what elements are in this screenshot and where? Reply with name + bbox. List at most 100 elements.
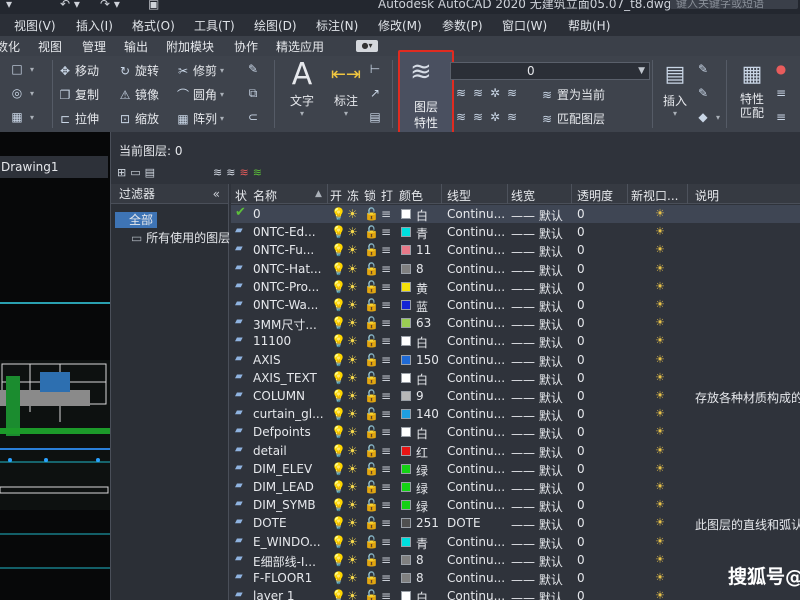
sun-icon[interactable]: ☀ [347,498,358,512]
bulb-icon[interactable]: 💡 [331,462,346,476]
menu-parametric[interactable]: 参数(P) [442,17,483,34]
rotate-button[interactable]: ↻ 旋转 [118,62,159,79]
layer-row[interactable]: ▰ DOTE 💡 ☀ 🔓 ≡ 251 DOTE —— 默认 0 ☀ 此图层的直线和弧认 [231,514,800,532]
vp-freeze-icon[interactable]: ☀ [655,262,665,275]
layer-row[interactable]: ▰ curtain_gl... 💡 ☀ 🔓 ≡ 140 Continu... —— 默认 0 ☀ [231,405,800,423]
layer-transparency[interactable]: 0 [577,589,585,600]
vp-freeze-icon[interactable]: ☀ [655,225,665,238]
bulb-icon[interactable]: 💡 [331,498,346,512]
copy-button[interactable]: ❐ 复制 [58,86,99,103]
color-swatch[interactable] [401,445,411,456]
block-edit-icon[interactable]: ✎ [696,62,713,76]
layer-row[interactable]: ▰ 3MM尺寸... 💡 ☀ 🔓 ≡ 63 Continu... —— 默认 0 ☀ [231,314,800,332]
layer-row[interactable]: ▰ 0NTC-Hat... 💡 ☀ 🔓 ≡ 8 Continu... —— 默认 0 ☀ [231,260,800,278]
bulb-icon[interactable]: 💡 [331,316,346,330]
color-swatch[interactable] [401,463,411,474]
layer-tools-row1[interactable]: ≋ ≋ ✲ ≋ [454,86,522,100]
layer-lineweight[interactable]: —— 默认 [511,589,571,600]
layer-row[interactable]: ▰ 0NTC-Ed... 💡 ☀ 🔓 ≡ 青 Continu... —— 默认 0 ☀ [231,223,800,241]
block-attr-icon[interactable]: ✎ [696,86,713,100]
match-properties-button[interactable]: ▦ 特性 匹配 [734,58,770,120]
layer-lineweight[interactable]: —— 默认 [511,571,571,588]
layer-transparency[interactable]: 0 [577,444,585,458]
vp-freeze-icon[interactable]: ☀ [655,462,665,475]
sun-icon[interactable]: ☀ [347,371,358,385]
sun-icon[interactable]: ☀ [347,553,358,567]
layer-transparency[interactable]: 0 [577,389,585,403]
vp-freeze-icon[interactable]: ☀ [655,535,665,548]
layer-name[interactable]: DIM_SYMB [253,498,323,512]
layer-lineweight[interactable]: —— 默认 [511,516,571,533]
layer-name[interactable]: 0NTC-Ed... [253,225,323,239]
block-more-icon[interactable]: ◆ ▾ [696,110,720,124]
layer-row[interactable]: ▰ F-FLOOR1 💡 ☀ 🔓 ≡ 8 Continu... —— 默认 0 ☀ [231,569,800,587]
layer-row[interactable]: ▰ DIM_SYMB 💡 ☀ 🔓 ≡ 绿 Continu... —— 默认 0 ☀ [231,496,800,514]
unlock-icon[interactable]: 🔓 [364,480,379,494]
unlock-icon[interactable]: 🔓 [364,207,379,221]
layer-lineweight[interactable]: —— 默认 [511,280,571,297]
printer-icon[interactable]: ≡ [381,589,391,600]
col-transparency[interactable]: 透明度 [577,187,613,204]
layer-description[interactable]: 此图层的直线和弧认 [695,516,800,533]
unlock-icon[interactable]: 🔓 [364,407,379,421]
vp-freeze-icon[interactable]: ☀ [655,280,665,293]
layer-linetype[interactable]: Continu... [447,589,507,600]
quick-access-icon[interactable]: ▣ [148,0,159,11]
layer-linetype[interactable]: Continu... [447,262,507,276]
vp-freeze-icon[interactable]: ☀ [655,589,665,600]
printer-icon[interactable]: ≡ [381,371,391,385]
layer-row[interactable]: ▰ COLUMN 💡 ☀ 🔓 ≡ 9 Continu... —— 默认 0 ☀ 存放各种材质构成的 [231,387,800,405]
lineweight-icon[interactable]: ≡ [774,86,791,100]
layer-tools-row2[interactable]: ≋ ≋ ✲ ≋ [454,110,522,124]
layer-lineweight[interactable]: —— 默认 [511,225,571,242]
vp-freeze-icon[interactable]: ☀ [655,480,665,493]
color-swatch[interactable] [401,227,411,238]
ellipse-tool-icon[interactable]: ◎ ▾ [10,86,34,100]
menu-draw[interactable]: 绘图(D) [254,17,297,34]
menu-insert[interactable]: 插入(I) [76,17,113,34]
new-filter-icon[interactable]: ⊞ [117,166,126,179]
layer-linetype[interactable]: Continu... [447,480,507,494]
printer-icon[interactable]: ≡ [381,444,391,458]
bulb-icon[interactable]: 💡 [331,389,346,403]
layer-linetype[interactable]: Continu... [447,207,507,221]
sun-icon[interactable]: ☀ [347,334,358,348]
layer-lineweight[interactable]: —— 默认 [511,298,571,315]
unlock-icon[interactable]: 🔓 [364,225,379,239]
printer-icon[interactable]: ≡ [381,553,391,567]
layer-name[interactable]: 11100 [253,334,323,348]
color-swatch[interactable] [401,336,411,347]
unlock-icon[interactable]: 🔓 [364,262,379,276]
scale-button[interactable]: ⊡ 缩放 [118,110,159,127]
color-swatch[interactable] [401,409,411,420]
insert-button[interactable]: ▤ 插入 ▾ [658,58,692,118]
layer-name[interactable]: DOTE [253,516,323,530]
move-button[interactable]: ✥ 移动 [58,62,99,79]
layer-transparency[interactable]: 0 [577,262,585,276]
layer-name[interactable]: E_WINDO... [253,535,323,549]
printer-icon[interactable]: ≡ [381,243,391,257]
filter-used-layers[interactable]: ▭ 所有使用的图层 [131,230,230,246]
col-status[interactable]: 状 [235,187,247,204]
pencil-icon[interactable]: ✎ [246,62,263,76]
bulb-icon[interactable]: 💡 [331,535,346,549]
color-swatch[interactable] [401,372,411,383]
layer-properties-button[interactable]: ≋ 图层 特性 [398,50,454,140]
color-wheel-icon[interactable]: ● [774,62,791,76]
color-swatch[interactable] [401,500,411,511]
sun-icon[interactable]: ☀ [347,462,358,476]
layer-linetype[interactable]: Continu... [447,389,507,403]
layer-description[interactable]: 存放各种材质构成的 [695,389,800,406]
printer-icon[interactable]: ≡ [381,535,391,549]
layer-row[interactable]: ▰ 0NTC-Pro... 💡 ☀ 🔓 ≡ 黄 Continu... —— 默认 0 ☀ [231,278,800,296]
printer-icon[interactable]: ≡ [381,262,391,276]
col-on[interactable]: 开 [330,187,342,204]
layer-transparency[interactable]: 0 [577,243,585,257]
printer-icon[interactable]: ≡ [381,316,391,330]
color-swatch[interactable] [401,536,411,547]
layer-name[interactable]: Defpoints [253,425,323,439]
layer-transparency[interactable]: 0 [577,480,585,494]
unlock-icon[interactable]: 🔓 [364,280,379,294]
layer-name[interactable]: 0NTC-Wa... [253,298,323,312]
fillet-button[interactable]: ⌒ 圆角 ▾ [176,86,224,103]
